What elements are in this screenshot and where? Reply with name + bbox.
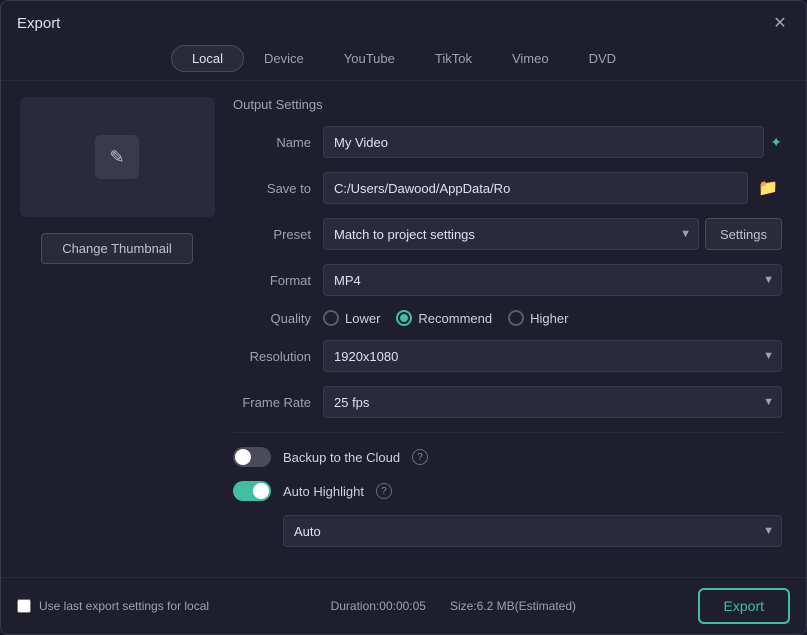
right-panel: Output Settings Name ✦ Save to 📁 Prese (233, 97, 790, 561)
auto-select-wrapper: Auto Manual ▼ (283, 515, 782, 547)
save-to-row: Save to 📁 (233, 172, 782, 204)
preset-select[interactable]: Match to project settings Custom YouTube… (323, 218, 699, 250)
resolution-select-wrapper: 1920x1080 1280x720 3840x2160 720x480 ▼ (323, 340, 782, 372)
preset-control: Match to project settings Custom YouTube… (323, 218, 782, 250)
tab-youtube[interactable]: YouTube (324, 45, 415, 72)
save-to-label: Save to (233, 181, 323, 196)
quality-higher-radio[interactable] (508, 310, 524, 326)
thumbnail-preview: ✎ (20, 97, 215, 217)
resolution-row: Resolution 1920x1080 1280x720 3840x2160 … (233, 340, 782, 372)
change-thumbnail-button[interactable]: Change Thumbnail (41, 233, 193, 264)
quality-control: Lower Recommend Higher (323, 310, 782, 326)
name-control: ✦ (323, 126, 782, 158)
format-select[interactable]: MP4 MOV AVI MKV GIF (323, 264, 782, 296)
name-row: Name ✦ (233, 126, 782, 158)
tab-device[interactable]: Device (244, 45, 324, 72)
footer-left: Use last export settings for local (17, 599, 209, 613)
framerate-label: Frame Rate (233, 395, 323, 410)
backup-cloud-help-icon[interactable]: ? (412, 449, 428, 465)
tab-dvd[interactable]: DVD (569, 45, 636, 72)
content-area: ✎ Change Thumbnail Output Settings Name … (1, 81, 806, 577)
settings-button[interactable]: Settings (705, 218, 782, 250)
preset-select-wrapper: Match to project settings Custom YouTube… (323, 218, 699, 250)
auto-highlight-row: Auto Highlight ? (233, 481, 782, 501)
use-last-settings-checkbox[interactable] (17, 599, 31, 613)
backup-cloud-knob (235, 449, 251, 465)
quality-recommend-radio-inner (400, 314, 408, 322)
quality-lower-label: Lower (345, 311, 380, 326)
quality-lower-radio[interactable] (323, 310, 339, 326)
title-bar: Export ✕ (1, 1, 806, 41)
preset-row: Preset Match to project settings Custom … (233, 218, 782, 250)
dialog-title: Export (17, 15, 60, 32)
tab-vimeo[interactable]: Vimeo (492, 45, 569, 72)
folder-browse-button[interactable]: 📁 (754, 176, 782, 200)
tab-tiktok[interactable]: TikTok (415, 45, 492, 72)
auto-highlight-toggle[interactable] (233, 481, 271, 501)
backup-cloud-toggle[interactable] (233, 447, 271, 467)
divider-1 (233, 432, 782, 433)
framerate-control: 25 fps 24 fps 30 fps 60 fps ▼ (323, 386, 782, 418)
use-last-settings-wrapper[interactable]: Use last export settings for local (17, 599, 209, 613)
auto-select[interactable]: Auto Manual (283, 515, 782, 547)
format-row: Format MP4 MOV AVI MKV GIF ▼ (233, 264, 782, 296)
framerate-select[interactable]: 25 fps 24 fps 30 fps 60 fps (323, 386, 782, 418)
footer-center: Duration:00:00:05 Size:6.2 MB(Estimated) (331, 599, 576, 613)
footer: Use last export settings for local Durat… (1, 577, 806, 634)
tab-local[interactable]: Local (171, 45, 244, 72)
auto-highlight-label: Auto Highlight (283, 484, 364, 499)
quality-label: Quality (233, 311, 323, 326)
framerate-select-wrapper: 25 fps 24 fps 30 fps 60 fps ▼ (323, 386, 782, 418)
name-input[interactable] (323, 126, 764, 158)
ai-icon: ✦ (770, 134, 782, 151)
quality-recommend-option[interactable]: Recommend (396, 310, 492, 326)
quality-lower-option[interactable]: Lower (323, 310, 380, 326)
tab-bar: Local Device YouTube TikTok Vimeo DVD (1, 41, 806, 81)
resolution-select[interactable]: 1920x1080 1280x720 3840x2160 720x480 (323, 340, 782, 372)
export-button[interactable]: Export (698, 588, 790, 624)
quality-options: Lower Recommend Higher (323, 310, 568, 326)
close-button[interactable]: ✕ (770, 13, 790, 33)
format-select-wrapper: MP4 MOV AVI MKV GIF ▼ (323, 264, 782, 296)
save-to-control: 📁 (323, 172, 782, 204)
backup-cloud-label: Backup to the Cloud (283, 450, 400, 465)
quality-row: Quality Lower Recommend (233, 310, 782, 326)
auto-highlight-knob (253, 483, 269, 499)
auto-highlight-help-icon[interactable]: ? (376, 483, 392, 499)
size-info: Size:6.2 MB(Estimated) (450, 599, 576, 613)
edit-icon: ✎ (95, 135, 139, 179)
duration-info: Duration:00:00:05 (331, 599, 426, 613)
backup-cloud-row: Backup to the Cloud ? (233, 447, 782, 467)
left-panel: ✎ Change Thumbnail (17, 97, 217, 561)
format-control: MP4 MOV AVI MKV GIF ▼ (323, 264, 782, 296)
save-path-input[interactable] (323, 172, 748, 204)
auto-select-row: Auto Manual ▼ (233, 515, 782, 547)
export-dialog: Export ✕ Local Device YouTube TikTok Vim… (0, 0, 807, 635)
resolution-label: Resolution (233, 349, 323, 364)
format-label: Format (233, 273, 323, 288)
framerate-row: Frame Rate 25 fps 24 fps 30 fps 60 fps ▼ (233, 386, 782, 418)
quality-higher-label: Higher (530, 311, 568, 326)
quality-recommend-radio[interactable] (396, 310, 412, 326)
section-title: Output Settings (233, 97, 782, 112)
name-label: Name (233, 135, 323, 150)
use-last-settings-label: Use last export settings for local (39, 599, 209, 613)
quality-recommend-label: Recommend (418, 311, 492, 326)
resolution-control: 1920x1080 1280x720 3840x2160 720x480 ▼ (323, 340, 782, 372)
preset-label: Preset (233, 227, 323, 242)
quality-higher-option[interactable]: Higher (508, 310, 568, 326)
